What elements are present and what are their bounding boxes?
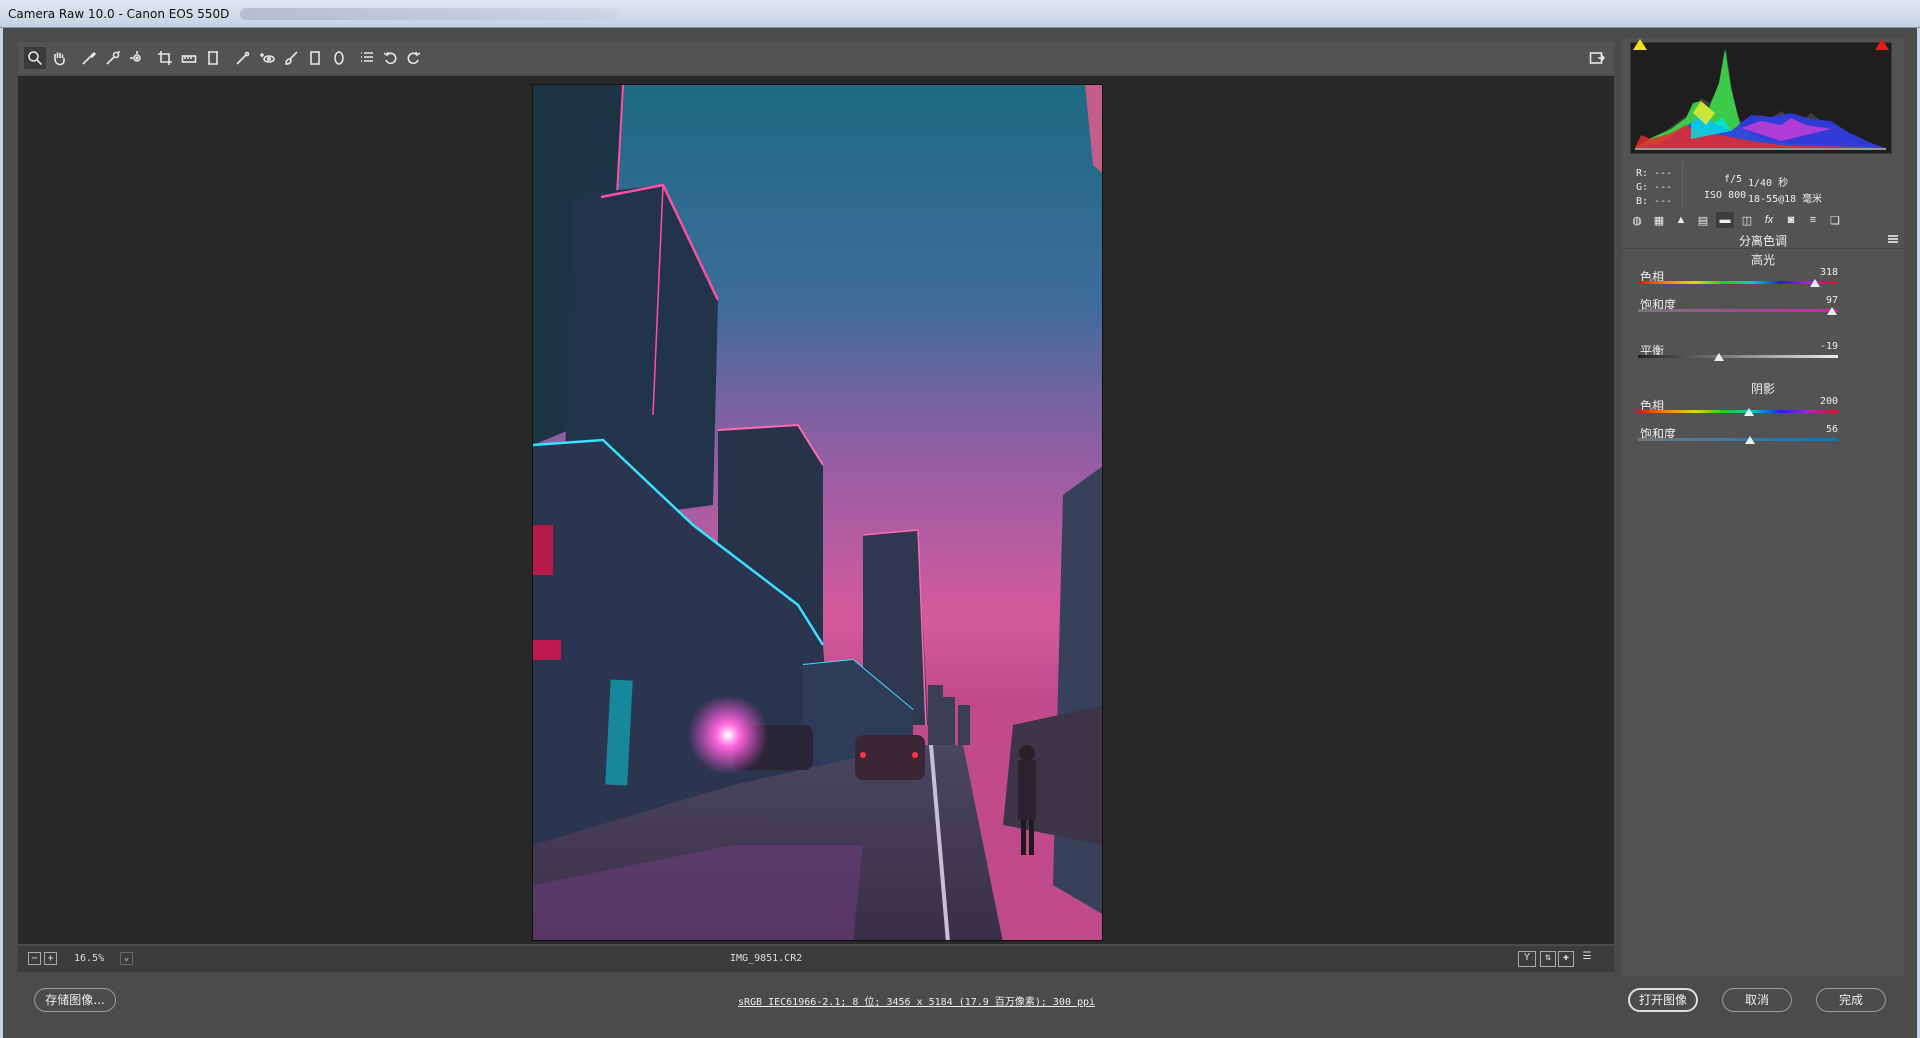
zoom-level: 16.5% xyxy=(74,953,105,964)
camera-raw-window: Camera Raw 10.0 - Canon EOS 550D − + 16.… xyxy=(0,0,1920,1038)
graduated-filter-tool[interactable] xyxy=(304,47,326,69)
file-name: IMG_9851.CR2 xyxy=(730,953,803,964)
balance-slider[interactable] xyxy=(1638,353,1838,361)
tab-snapshots-icon[interactable]: ❏ xyxy=(1826,212,1844,228)
highlights-hue-value[interactable]: 318 xyxy=(1788,267,1838,278)
bottom-bar: 存储图像... sRGB IEC61966-2.1; 8 位; 3456 x 5… xyxy=(18,976,1898,1032)
swap-icon[interactable]: ⇅ xyxy=(1540,951,1556,967)
targeted-adjustment-tool[interactable] xyxy=(126,47,148,69)
shadows-saturation-slider[interactable] xyxy=(1638,436,1838,444)
tab-camera-calibration-icon[interactable]: ◙ xyxy=(1782,212,1800,228)
y-compare-icon[interactable]: Y xyxy=(1518,951,1536,967)
save-image-button[interactable]: 存储图像... xyxy=(34,988,116,1012)
tab-lens-corrections-icon[interactable]: ◫ xyxy=(1738,212,1756,228)
tab-split-toning-icon[interactable]: ▬ xyxy=(1716,212,1734,228)
toggle-fullscreen-icon[interactable] xyxy=(1586,47,1608,69)
readout-lens: 18-55@18 毫米 xyxy=(1748,194,1823,205)
highlights-saturation-thumb[interactable] xyxy=(1827,307,1837,315)
rotate-cw-tool[interactable] xyxy=(402,47,424,69)
cancel-button[interactable]: 取消 xyxy=(1722,988,1792,1012)
tab-tone-curve-icon[interactable]: ▦ xyxy=(1650,212,1668,228)
adjustment-brush-tool[interactable] xyxy=(280,47,302,69)
readout-b: B: --- xyxy=(1636,196,1673,207)
readout-r: R: --- xyxy=(1636,168,1673,179)
window-title: Camera Raw 10.0 - Canon EOS 550D xyxy=(8,7,230,21)
highlights-saturation-slider[interactable] xyxy=(1638,307,1838,315)
readout-iso: ISO 800 xyxy=(1704,190,1747,201)
panel-divider xyxy=(1622,248,1904,249)
readout-shutter: 1/40 秒 xyxy=(1748,178,1789,189)
straighten-tool[interactable] xyxy=(178,47,200,69)
radial-filter-tool[interactable] xyxy=(328,47,350,69)
tab-basic-icon[interactable]: ◍ xyxy=(1628,212,1646,228)
balance-value[interactable]: -19 xyxy=(1788,341,1838,352)
crop-tool[interactable] xyxy=(154,47,176,69)
open-image-button[interactable]: 打开图像 xyxy=(1628,988,1698,1012)
readout-aperture: f/5 xyxy=(1724,174,1743,185)
highlight-clipping-warning-icon[interactable] xyxy=(1875,39,1889,50)
color-sampler-tool[interactable] xyxy=(102,47,124,69)
zoom-out-button[interactable]: − xyxy=(28,952,41,965)
hand-tool[interactable] xyxy=(48,47,70,69)
highlights-section-title: 高光 xyxy=(1750,253,1775,267)
tab-effects-icon[interactable]: fx xyxy=(1760,212,1778,228)
white-balance-tool[interactable] xyxy=(78,47,100,69)
adjustment-panel: R: --- G: --- B: --- f/5 1/40 秒 ISO 800 … xyxy=(1622,38,1904,976)
panel-title: 分离色调 xyxy=(1738,234,1787,248)
title-bar: Camera Raw 10.0 - Canon EOS 550D xyxy=(0,0,1920,28)
shadow-clipping-warning-icon[interactable] xyxy=(1633,39,1647,50)
shadows-hue-value[interactable]: 200 xyxy=(1788,396,1838,407)
red-eye-removal-tool[interactable] xyxy=(256,47,278,69)
preview-photo[interactable] xyxy=(532,84,1103,941)
image-canvas[interactable] xyxy=(18,76,1614,944)
panel-tabs: ◍ ▦ ▲ ▤ ▬ ◫ fx ◙ ≡ ❏ xyxy=(1622,210,1904,230)
zoom-in-button[interactable]: + xyxy=(44,952,57,965)
shadows-saturation-thumb[interactable] xyxy=(1745,436,1755,444)
highlights-hue-slider[interactable] xyxy=(1638,279,1838,287)
done-button[interactable]: 完成 xyxy=(1816,988,1886,1012)
histogram-graph xyxy=(1635,48,1886,150)
shadows-hue-slider[interactable] xyxy=(1638,408,1838,416)
title-bar-blur xyxy=(240,8,620,20)
readout-divider xyxy=(1682,162,1683,208)
shadows-section-title: 阴影 xyxy=(1750,382,1775,396)
preferences-tool[interactable] xyxy=(356,47,378,69)
shadows-saturation-value[interactable]: 56 xyxy=(1788,424,1838,435)
copy-settings-icon[interactable]: ✚ xyxy=(1558,951,1574,967)
highlights-hue-thumb[interactable] xyxy=(1809,279,1820,287)
workflow-options-link[interactable]: sRGB IEC61966-2.1; 8 位; 3456 x 5184 (17.… xyxy=(738,993,1095,1008)
spot-removal-tool[interactable] xyxy=(232,47,254,69)
histogram xyxy=(1630,39,1892,154)
balance-thumb[interactable] xyxy=(1714,353,1724,361)
tab-detail-icon[interactable]: ▲ xyxy=(1672,212,1690,228)
settings-icon[interactable]: ☰ xyxy=(1578,951,1596,967)
preview-photo-image xyxy=(533,85,1102,940)
tab-hsl-icon[interactable]: ▤ xyxy=(1694,212,1712,228)
window-scrollbar[interactable] xyxy=(1908,40,1916,980)
tab-presets-icon[interactable]: ≡ xyxy=(1804,212,1822,228)
tool-bar xyxy=(18,42,1614,74)
zoom-tool[interactable] xyxy=(24,47,46,69)
rotate-ccw-tool[interactable] xyxy=(380,47,402,69)
transform-tool[interactable] xyxy=(202,47,224,69)
panel-menu-icon[interactable] xyxy=(1888,235,1898,243)
readout-g: G: --- xyxy=(1636,182,1673,193)
zoom-dropdown-chevron-icon[interactable]: ⌄ xyxy=(120,952,133,965)
highlights-saturation-value[interactable]: 97 xyxy=(1788,295,1838,306)
status-bar: − + 16.5% ⌄ IMG_9851.CR2 Y ⇅ ✚ ☰ xyxy=(18,946,1614,972)
shadows-hue-thumb[interactable] xyxy=(1744,408,1755,416)
